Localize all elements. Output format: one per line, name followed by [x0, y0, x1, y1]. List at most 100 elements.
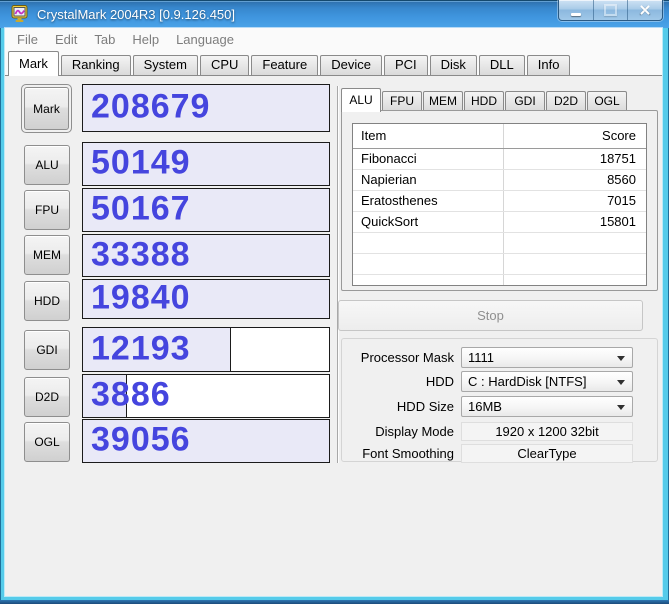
- window-controls: [558, 0, 663, 21]
- run-d2d-button[interactable]: D2D: [24, 377, 70, 417]
- score-value-fpu: 50167: [91, 189, 191, 228]
- menu-bar: File Edit Tab Help Language: [5, 28, 662, 50]
- settings-group: Processor Mask 1111 HDD C : HardDisk [NT…: [341, 338, 658, 462]
- menu-edit[interactable]: Edit: [55, 32, 77, 47]
- table-row: Fibonacci 18751: [353, 149, 646, 170]
- column-header-score: Score: [504, 124, 646, 148]
- menu-tab[interactable]: Tab: [94, 32, 115, 47]
- score-box-ogl: 39056: [82, 419, 330, 463]
- run-gdi-button[interactable]: GDI: [24, 330, 70, 370]
- close-button[interactable]: [628, 0, 662, 20]
- maximize-button[interactable]: [594, 0, 629, 20]
- run-hdd-button[interactable]: HDD: [24, 281, 70, 321]
- run-ogl-button[interactable]: OGL: [24, 422, 70, 462]
- detail-tab-d2d[interactable]: D2D: [546, 91, 586, 111]
- detail-tab-alu[interactable]: ALU: [341, 88, 381, 112]
- hdd-size-label: HDD Size: [342, 399, 461, 414]
- hdd-label: HDD: [342, 374, 461, 389]
- column-header-item: Item: [353, 124, 504, 148]
- item-name: QuickSort: [353, 212, 504, 232]
- item-score: 8560: [504, 170, 646, 190]
- detail-tab-strip: ALU FPU MEM HDD GDI D2D OGL: [341, 87, 628, 111]
- tab-ranking[interactable]: Ranking: [61, 55, 131, 75]
- crystalmark-app-icon: [11, 5, 31, 23]
- window-title: CrystalMark 2004R3 [0.9.126.450]: [37, 7, 235, 22]
- menu-help[interactable]: Help: [132, 32, 159, 47]
- score-box-hdd: 19840: [82, 279, 330, 319]
- score-box-mark: 208679: [82, 84, 330, 132]
- hdd-size-select[interactable]: 16MB: [461, 396, 633, 417]
- processor-mask-value: 1111: [468, 350, 494, 365]
- chevron-down-icon: [617, 380, 625, 385]
- app-window: CrystalMark 2004R3 [0.9.126.450] File Ed…: [0, 0, 669, 604]
- table-row-empty: [353, 254, 646, 275]
- benchmark-detail-table: Item Score Fibonacci 18751 Napierian 856…: [352, 123, 647, 286]
- detail-tab-hdd[interactable]: HDD: [464, 91, 504, 111]
- tab-mark[interactable]: Mark: [8, 51, 59, 76]
- score-box-alu: 50149: [82, 142, 330, 186]
- item-score: 7015: [504, 191, 646, 211]
- mark-button-frame: Mark: [21, 84, 72, 133]
- item-score: 18751: [504, 149, 646, 169]
- run-fpu-button[interactable]: FPU: [24, 190, 70, 230]
- client-area: File Edit Tab Help Language Mark Ranking…: [5, 28, 662, 596]
- score-box-d2d: 3886: [82, 374, 330, 418]
- display-mode-label: Display Mode: [342, 424, 461, 439]
- detail-tab-fpu[interactable]: FPU: [382, 91, 422, 111]
- minimize-button[interactable]: [559, 0, 594, 20]
- score-value-alu: 50149: [91, 143, 191, 182]
- table-row-empty: [353, 233, 646, 254]
- hdd-select[interactable]: C : HardDisk [NTFS]: [461, 371, 633, 392]
- item-name: Fibonacci: [353, 149, 504, 169]
- score-value-ogl: 39056: [91, 420, 191, 459]
- maximize-icon: [604, 4, 617, 16]
- score-value-hdd: 19840: [91, 279, 191, 317]
- tab-device[interactable]: Device: [320, 55, 382, 75]
- score-value-d2d: 3886: [91, 375, 171, 414]
- font-smoothing-label: Font Smoothing: [342, 446, 461, 461]
- chevron-down-icon: [617, 356, 625, 361]
- detail-tab-mem[interactable]: MEM: [423, 91, 463, 111]
- font-smoothing-value: ClearType: [461, 444, 633, 463]
- run-mark-button[interactable]: Mark: [24, 87, 69, 130]
- menu-language[interactable]: Language: [176, 32, 234, 47]
- score-value-mem: 33388: [91, 235, 191, 274]
- table-row: Napierian 8560: [353, 170, 646, 191]
- stop-button[interactable]: Stop: [338, 300, 643, 331]
- score-value-gdi: 12193: [91, 329, 191, 368]
- table-row: QuickSort 15801: [353, 212, 646, 233]
- tab-system[interactable]: System: [133, 55, 198, 75]
- item-score: 15801: [504, 212, 646, 232]
- score-box-mem: 33388: [82, 234, 330, 277]
- score-value-mark: 208679: [91, 87, 210, 126]
- run-mem-button[interactable]: MEM: [24, 235, 70, 275]
- display-mode-value: 1920 x 1200 32bit: [461, 422, 633, 441]
- tab-feature[interactable]: Feature: [251, 55, 318, 75]
- tab-disk[interactable]: Disk: [430, 55, 477, 75]
- table-row: Eratosthenes 7015: [353, 191, 646, 212]
- tab-pci[interactable]: PCI: [384, 55, 428, 75]
- vertical-separator: [337, 86, 338, 463]
- tab-dll[interactable]: DLL: [479, 55, 525, 75]
- detail-tab-ogl[interactable]: OGL: [587, 91, 627, 111]
- processor-mask-label: Processor Mask: [342, 350, 461, 365]
- processor-mask-select[interactable]: 1111: [461, 347, 633, 368]
- table-header-row: Item Score: [353, 124, 646, 149]
- table-row-empty: [353, 275, 646, 286]
- item-name: Napierian: [353, 170, 504, 190]
- item-name: Eratosthenes: [353, 191, 504, 211]
- menu-file[interactable]: File: [17, 32, 38, 47]
- chevron-down-icon: [617, 405, 625, 410]
- score-box-gdi: 12193: [82, 327, 330, 372]
- minimize-icon: [571, 13, 581, 16]
- close-icon: [639, 4, 651, 16]
- titlebar: CrystalMark 2004R3 [0.9.126.450]: [0, 0, 669, 28]
- detail-tab-gdi[interactable]: GDI: [505, 91, 545, 111]
- window-bottom-edge: [0, 600, 669, 604]
- hdd-value: C : HardDisk [NTFS]: [468, 374, 586, 389]
- run-alu-button[interactable]: ALU: [24, 145, 70, 185]
- tab-cpu[interactable]: CPU: [200, 55, 249, 75]
- hdd-size-value: 16MB: [468, 399, 502, 414]
- tab-info[interactable]: Info: [527, 55, 571, 75]
- main-tab-strip: Mark Ranking System CPU Feature Device P…: [5, 50, 662, 76]
